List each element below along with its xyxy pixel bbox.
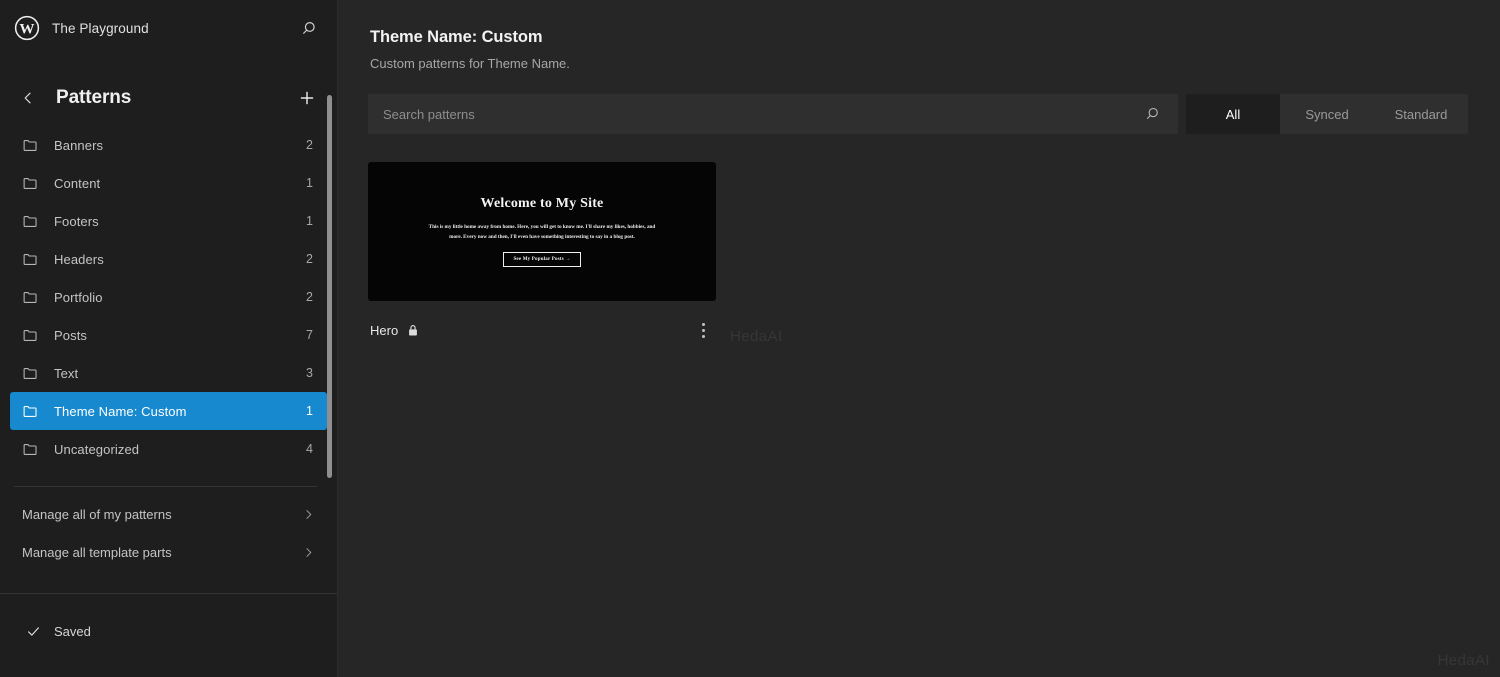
sidebar-item-count: 7 [306,328,315,342]
patterns-grid: Welcome to My Site This is my little home… [338,134,1500,349]
folder-icon [22,403,40,420]
toolbar: AllSyncedStandard [368,94,1468,134]
sidebar-item-label: Portfolio [54,290,292,305]
manage-link-1[interactable]: Manage all template parts [10,533,327,571]
folder-icon [22,365,40,382]
folder-icon [22,441,40,458]
folder-icon [22,289,40,306]
sidebar-item-posts[interactable]: Posts 7 [10,316,327,354]
sidebar-item-uncategorized[interactable]: Uncategorized 4 [10,430,327,468]
sidebar-item-count: 2 [306,290,315,304]
sidebar-item-label: Banners [54,138,292,153]
main-page-title: Theme Name: Custom [370,28,1466,47]
folder-icon [22,251,40,268]
page-title: Patterns [46,87,289,109]
chevron-right-icon [302,546,315,559]
tab-all[interactable]: All [1186,94,1280,134]
chevron-right-icon [302,508,315,521]
sidebar: W The Playground Patterns [0,0,338,677]
sidebar-item-label: Content [54,176,292,191]
preview-cta-button: See My Popular Posts → [503,252,580,267]
filter-tabs: AllSyncedStandard [1186,94,1468,134]
sidebar-item-label: Uncategorized [54,442,292,457]
tab-synced[interactable]: Synced [1280,94,1374,134]
chevron-left-icon[interactable] [14,84,42,112]
sidebar-item-label: Text [54,366,292,381]
sidebar-item-label: Footers [54,214,292,229]
sidebar-item-headers[interactable]: Headers 2 [10,240,327,278]
preview-body: This is my little home away from home. H… [428,223,656,241]
manage-links: Manage all of my patterns Manage all temp… [0,487,337,571]
search-icon[interactable] [295,15,321,41]
manage-link-0[interactable]: Manage all of my patterns [10,495,327,533]
sidebar-item-footers[interactable]: Footers 1 [10,202,327,240]
lock-icon [407,324,419,337]
sidebar-item-theme-name-custom[interactable]: Theme Name: Custom 1 [10,392,327,430]
main-header: Theme Name: Custom Custom patterns for T… [338,0,1500,71]
pattern-card-footer: Hero [368,311,716,349]
sidebar-scrollbar[interactable] [327,95,332,478]
site-title: The Playground [52,21,283,36]
sidebar-item-count: 3 [306,366,315,380]
sidebar-item-label: Posts [54,328,292,343]
search-input[interactable] [383,107,1140,122]
kebab-menu-icon[interactable] [690,317,716,343]
manage-link-label: Manage all of my patterns [22,507,302,522]
sidebar-item-text[interactable]: Text 3 [10,354,327,392]
folder-icon [22,175,40,192]
site-header: W The Playground [0,0,337,56]
sidebar-item-content[interactable]: Content 1 [10,164,327,202]
save-status[interactable]: Saved [0,594,337,668]
watermark-corner: HedaAI [1438,652,1490,669]
folder-icon [22,213,40,230]
sidebar-item-count: 2 [306,252,315,266]
sidebar-item-count: 1 [306,404,315,418]
sidebar-item-portfolio[interactable]: Portfolio 2 [10,278,327,316]
manage-link-label: Manage all template parts [22,545,302,560]
wordpress-logo-icon: W [14,15,40,41]
pattern-title: Hero [370,323,398,338]
check-icon [26,624,41,639]
sidebar-item-count: 1 [306,214,315,228]
sidebar-item-label: Headers [54,252,292,267]
search-icon[interactable] [1140,102,1164,126]
tab-standard[interactable]: Standard [1374,94,1468,134]
sidebar-item-label: Theme Name: Custom [54,404,292,419]
save-status-label: Saved [54,624,91,639]
sidebar-item-count: 1 [306,176,315,190]
folder-icon [22,327,40,344]
main-content: Theme Name: Custom Custom patterns for T… [338,0,1500,677]
sidebar-item-banners[interactable]: Banners 2 [10,126,327,164]
app-root: W The Playground Patterns [0,0,1500,677]
sidebar-item-count: 4 [306,442,315,456]
sidebar-item-count: 2 [306,138,315,152]
search-field[interactable] [368,94,1178,134]
pattern-card: Welcome to My Site This is my little home… [368,162,716,349]
plus-icon[interactable] [293,84,321,112]
preview-heading: Welcome to My Site [481,196,604,212]
folder-icon [22,137,40,154]
pattern-category-list: Banners2Content1Footers1Headers2Portfoli… [0,126,337,468]
patterns-panel-header: Patterns [0,56,337,126]
main-page-subtitle: Custom patterns for Theme Name. [370,56,1466,71]
svg-text:W: W [19,20,34,37]
pattern-preview[interactable]: Welcome to My Site This is my little home… [368,162,716,301]
